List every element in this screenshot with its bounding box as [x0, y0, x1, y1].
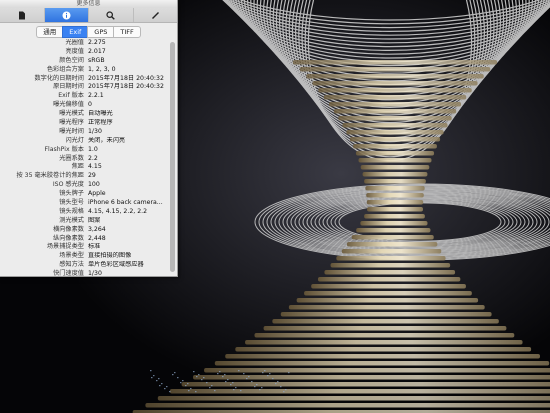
- exif-key: 镜头规格: [59, 207, 84, 215]
- exif-key: Exif 版本: [58, 92, 84, 100]
- exif-value: 4.15, 4.15, 2.2, 2.2: [88, 207, 148, 215]
- tool-search[interactable]: [89, 8, 134, 22]
- exif-value: 单片色彩区域感应器: [88, 261, 144, 269]
- exif-row: 镜头型号 iPhone 6 back camera...: [0, 199, 168, 208]
- exif-value: sRGB: [88, 56, 105, 64]
- exif-key: 曝光程序: [59, 119, 84, 127]
- exif-value: 关闭，未闪亮: [88, 136, 126, 144]
- exif-value: 1, 2, 3, 0: [88, 65, 116, 73]
- exif-row: 颜色空间 sRGB: [0, 57, 168, 66]
- exif-key: 颜色空间: [59, 56, 84, 64]
- scrollbar-thumb[interactable]: [170, 42, 175, 272]
- exif-value: 2.017: [88, 47, 106, 55]
- tab-general[interactable]: 通用: [36, 25, 63, 38]
- exif-key: 场景类型: [59, 252, 84, 260]
- exif-row: 镜头牌子 Apple: [0, 190, 168, 199]
- exif-row: Exif 版本 2.2.1: [0, 92, 168, 101]
- exif-row: 测光模式 图案: [0, 217, 168, 226]
- exif-value: 0: [88, 101, 92, 109]
- exif-value: 2,448: [88, 234, 106, 242]
- exif-row: 横向像素数 3,264: [0, 226, 168, 235]
- tab-exif[interactable]: Exif: [62, 25, 88, 38]
- exif-key: 测光模式: [59, 216, 84, 224]
- exif-row: 曝光模式 自动曝光: [0, 110, 168, 119]
- exif-row: 亮度值 2.017: [0, 48, 168, 57]
- exif-key: 曝光偏移值: [53, 101, 84, 109]
- exif-row: 闪光灯 关闭，未闪亮: [0, 137, 168, 146]
- window-title: 更多信息: [76, 0, 101, 7]
- title-bar[interactable]: 更多信息: [0, 0, 177, 8]
- exif-value: 直接拍摄的图像: [88, 252, 132, 260]
- exif-value: 4.15: [88, 163, 102, 171]
- exif-row: 曝光程序 正常程序: [0, 119, 168, 128]
- pencil-icon: [151, 11, 159, 19]
- tool-info[interactable]: [44, 8, 89, 22]
- exif-value: 1.0: [88, 145, 98, 153]
- exif-value: 100: [88, 181, 100, 189]
- exif-row: 数字化的日期时间 2015年7月18日 20:40:32: [0, 75, 168, 84]
- exif-key: 光圈值: [65, 39, 84, 46]
- exif-key: 快门速度值: [53, 270, 84, 276]
- exif-value: 2015年7月18日 20:40:32: [88, 74, 164, 82]
- search-icon: [106, 10, 116, 20]
- exif-value: 1/30: [88, 270, 102, 276]
- exif-row: 快门速度值 1/30: [0, 270, 168, 276]
- exif-key: 按 35 毫米胶卷计的焦距: [16, 172, 85, 180]
- exif-value: iPhone 6 back camera...: [88, 199, 163, 207]
- exif-row: 光圈系数 2.2: [0, 155, 168, 164]
- exif-key: 曝光时间: [59, 127, 84, 135]
- exif-row: 曝光时间 1/30: [0, 128, 168, 137]
- tab-tiff[interactable]: TIFF: [113, 25, 141, 38]
- info-inspector-window: 更多信息 通用 Exif GPS TIFF 光圈值 2.275 亮度值 2.01…: [0, 0, 178, 277]
- exif-value: 图案: [88, 216, 101, 224]
- exif-key: 原日期时间: [53, 83, 84, 91]
- exif-key: 曝光模式: [59, 110, 84, 118]
- exif-value: 2.2: [88, 154, 98, 162]
- tool-annotate[interactable]: [134, 8, 178, 22]
- info-icon: [62, 11, 71, 19]
- exif-table: 光圈值 2.275 亮度值 2.017 颜色空间 sRGB 色彩组合方案 1, 2, 3, 0…: [0, 39, 168, 276]
- exif-row: 色彩组合方案 1, 2, 3, 0: [0, 66, 168, 75]
- exif-key: 镜头牌子: [59, 190, 84, 198]
- exif-key: FlashPix 版本: [44, 145, 84, 153]
- exif-row: 场景捕捉类型 标准: [0, 243, 168, 252]
- exif-key: 横向像素数: [53, 225, 84, 233]
- exif-value: Apple: [88, 190, 106, 198]
- exif-value: 正常程序: [88, 119, 113, 127]
- exif-row: 原日期时间 2015年7月18日 20:40:32: [0, 83, 168, 92]
- exif-value: 2015年7月18日 20:40:32: [88, 83, 164, 91]
- exif-key: 亮度值: [65, 47, 84, 55]
- exif-value: 自动曝光: [88, 110, 113, 118]
- exif-row: ISO 感光度 100: [0, 181, 168, 190]
- document-icon: [18, 11, 25, 19]
- tab-gps[interactable]: GPS: [87, 25, 114, 38]
- exif-row: 镜头规格 4.15, 4.15, 2.2, 2.2: [0, 208, 168, 217]
- exif-row: FlashPix 版本 1.0: [0, 146, 168, 155]
- exif-value: 3,264: [88, 225, 106, 233]
- exif-key: 感知方法: [59, 261, 84, 269]
- exif-row: 曝光偏移值 0: [0, 101, 168, 110]
- vertical-scrollbar[interactable]: [170, 40, 175, 274]
- exif-value: 2.275: [88, 39, 106, 46]
- exif-row: 纵向像素数 2,448: [0, 235, 168, 244]
- inspector-toolbar: [0, 8, 177, 23]
- exif-value: 1/30: [88, 127, 102, 135]
- exif-row: 按 35 毫米胶卷计的焦距 29: [0, 172, 168, 181]
- exif-key: 镜头型号: [59, 199, 84, 207]
- exif-value: 标准: [88, 243, 101, 251]
- exif-key: ISO 感光度: [52, 181, 84, 189]
- exif-key: 色彩组合方案: [46, 65, 84, 73]
- exif-value: 2.2.1: [88, 92, 104, 100]
- exif-key: 闪光灯: [65, 136, 84, 144]
- exif-row: 光圈值 2.275: [0, 39, 168, 48]
- metadata-tabs: 通用 Exif GPS TIFF: [0, 25, 177, 38]
- exif-value: 29: [88, 172, 96, 180]
- tool-general[interactable]: [0, 8, 45, 22]
- exif-row: 场景类型 直接拍摄的图像: [0, 252, 168, 261]
- exif-row: 感知方法 单片色彩区域感应器: [0, 261, 168, 270]
